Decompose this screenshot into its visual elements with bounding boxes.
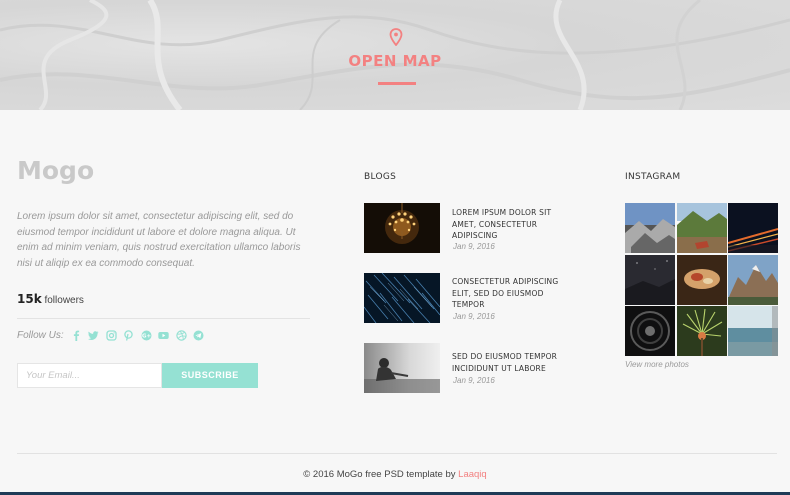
- followers-label: followers: [44, 295, 84, 306]
- instagram-photo[interactable]: [676, 203, 727, 253]
- about-text: Lorem ipsum dolor sit amet, consectetur …: [17, 211, 301, 269]
- follow-us-label: Follow Us:: [17, 330, 64, 341]
- copyright-label: © 2016 MoGo free PSD template by: [303, 469, 456, 480]
- youtube-icon[interactable]: [158, 330, 169, 341]
- blogs-heading: BLOGS: [364, 172, 397, 182]
- author-link[interactable]: Laaqiq: [458, 469, 487, 480]
- blog-thumbnail[interactable]: [364, 203, 440, 253]
- blog-thumbnail[interactable]: [364, 273, 440, 323]
- view-more-photos-link[interactable]: View more photos: [625, 360, 689, 369]
- pinterest-icon[interactable]: [123, 330, 134, 341]
- copyright-text: © 2016 MoGo free PSD template by Laaqiq: [0, 469, 790, 480]
- instagram-photo[interactable]: [728, 203, 778, 253]
- logo[interactable]: Mogo: [17, 156, 94, 185]
- subscribe-button[interactable]: SUBSCRIBE: [162, 363, 258, 388]
- title-underline: [378, 82, 416, 85]
- divider: [17, 318, 310, 319]
- twitter-icon[interactable]: [88, 330, 99, 341]
- blog-post-date: Jan 9, 2016: [453, 376, 495, 385]
- facebook-icon[interactable]: [71, 330, 82, 341]
- email-field[interactable]: Your Email...: [17, 363, 162, 388]
- instagram-heading: INSTAGRAM: [625, 172, 681, 182]
- footer-divider: [17, 453, 777, 454]
- google-plus-icon[interactable]: G+: [141, 330, 152, 341]
- telegram-icon[interactable]: [193, 330, 204, 341]
- blog-post-title[interactable]: CONSECTETUR ADIPISCING ELIT, SED DO EIUS…: [452, 276, 572, 311]
- instagram-photo[interactable]: [625, 254, 675, 305]
- instagram-icon[interactable]: [106, 330, 117, 341]
- instagram-photo[interactable]: [625, 306, 675, 356]
- followers-number: 15k: [17, 292, 42, 306]
- blog-post-date: Jan 9, 2016: [453, 242, 495, 251]
- instagram-grid: [625, 203, 778, 356]
- dribbble-icon[interactable]: [175, 330, 187, 341]
- svg-text:G+: G+: [142, 334, 152, 340]
- map-banner[interactable]: OPEN MAP: [0, 0, 790, 110]
- map-pin-icon: [389, 28, 403, 46]
- blog-post-title[interactable]: LOREM IPSUM DOLOR SIT AMET, CONSECTETUR …: [452, 207, 572, 242]
- blog-post-title[interactable]: SED DO EIUSMOD TEMPOR INCIDIDUNT UT LABO…: [452, 351, 572, 374]
- follow-us-row: Follow Us: G+: [17, 330, 211, 341]
- instagram-photo[interactable]: [728, 306, 778, 356]
- instagram-photo[interactable]: [625, 203, 675, 253]
- instagram-photo[interactable]: [676, 306, 727, 356]
- instagram-photo[interactable]: [728, 254, 778, 305]
- blog-post-date: Jan 9, 2016: [453, 312, 495, 321]
- open-map-title[interactable]: OPEN MAP: [0, 52, 790, 70]
- instagram-photo[interactable]: [676, 254, 727, 305]
- followers-count: 15k followers: [17, 292, 84, 306]
- blog-thumbnail[interactable]: [364, 343, 440, 393]
